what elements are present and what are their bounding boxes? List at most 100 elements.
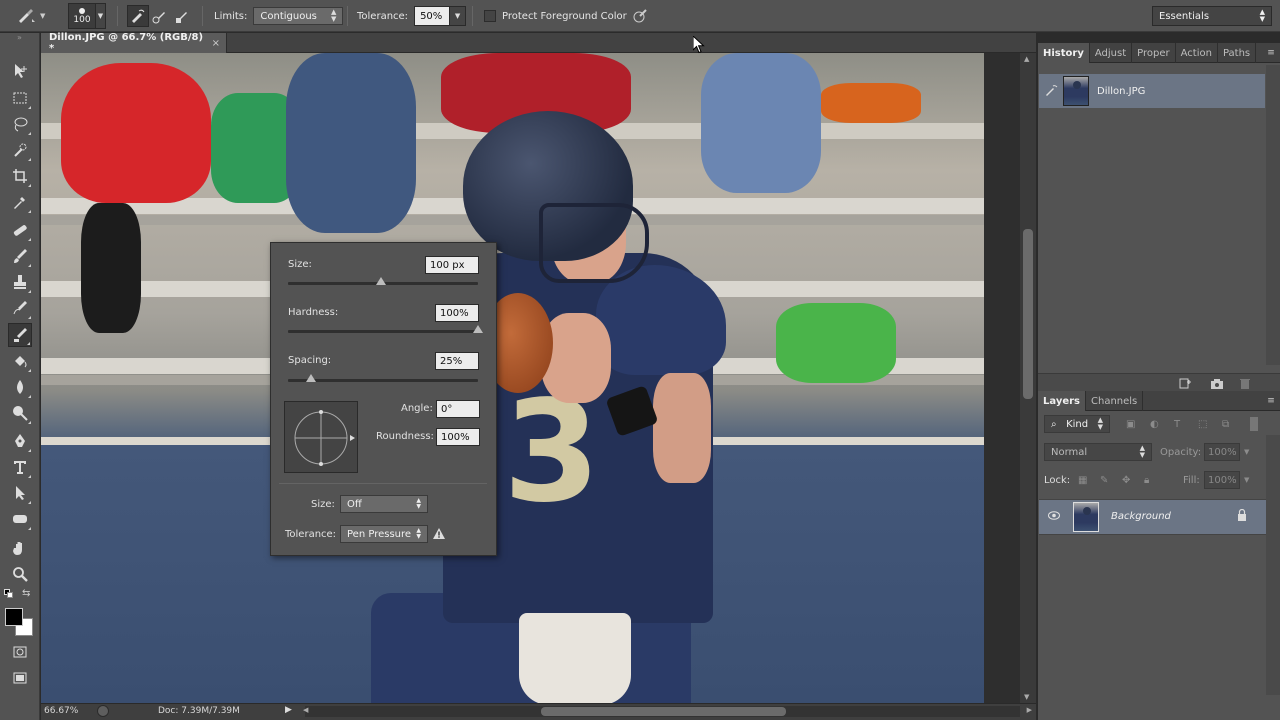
scroll-down-icon[interactable]: ▼ bbox=[1024, 693, 1029, 701]
document-canvas[interactable]: 3 bbox=[41, 53, 984, 703]
opacity-input[interactable]: 100% bbox=[1204, 443, 1240, 461]
quick-selection-tool[interactable] bbox=[8, 138, 32, 162]
status-menu-arrow-icon[interactable]: ▶ bbox=[285, 705, 292, 715]
zoom-level[interactable]: 66.67% bbox=[44, 706, 78, 716]
history-brush-tool[interactable] bbox=[8, 296, 32, 320]
foreground-color-swatch[interactable] bbox=[5, 608, 23, 626]
eyedropper-tool[interactable] bbox=[8, 190, 32, 214]
screen-mode-button[interactable] bbox=[8, 666, 32, 690]
panel-menu-icon[interactable]: ≡ bbox=[1262, 43, 1280, 62]
hand-tool[interactable] bbox=[8, 536, 32, 560]
lock-position-icon[interactable]: ✥ bbox=[1122, 475, 1130, 486]
scroll-right-icon[interactable]: ▶ bbox=[1027, 706, 1032, 714]
move-tool[interactable] bbox=[8, 59, 32, 83]
filter-toggle[interactable] bbox=[1250, 417, 1258, 431]
size-control-select[interactable]: Off ▲ ▼ bbox=[340, 495, 428, 513]
history-snapshot[interactable]: Dillon.JPG bbox=[1039, 74, 1265, 108]
lasso-tool[interactable] bbox=[8, 112, 32, 136]
new-document-from-state-icon[interactable] bbox=[1178, 377, 1192, 389]
hardness-slider-track[interactable] bbox=[288, 325, 483, 333]
spacing-slider-track[interactable] bbox=[288, 374, 478, 382]
size-input[interactable]: 100 px bbox=[425, 256, 479, 274]
lock-all-icon[interactable]: 🔒︎ bbox=[1144, 475, 1149, 486]
scroll-left-icon[interactable]: ◀ bbox=[303, 706, 308, 714]
spacing-input[interactable]: 25% bbox=[435, 352, 479, 370]
sampling-once-button[interactable] bbox=[149, 5, 171, 27]
chevron-down-icon[interactable]: ▼ bbox=[96, 3, 106, 29]
blend-mode-select[interactable]: Normal ▲ ▼ bbox=[1044, 443, 1152, 461]
close-tab-icon[interactable]: × bbox=[212, 38, 220, 49]
brush-size-swatch[interactable]: 100 bbox=[68, 3, 96, 29]
path-selection-tool[interactable] bbox=[8, 481, 32, 505]
tab-actions[interactable]: Action bbox=[1176, 43, 1218, 63]
default-colors-icon[interactable] bbox=[4, 589, 14, 599]
layers-scrollbar[interactable] bbox=[1266, 435, 1280, 695]
workspace-select[interactable]: Essentials ▲ ▼ bbox=[1152, 6, 1272, 26]
filter-type-icon[interactable]: T bbox=[1174, 419, 1180, 430]
protect-foreground-checkbox[interactable] bbox=[484, 10, 496, 22]
clone-stamp-tool[interactable] bbox=[8, 270, 32, 294]
swap-colors-icon[interactable]: ⇆ bbox=[22, 588, 30, 599]
brush-tool[interactable] bbox=[8, 244, 32, 268]
history-brush-source-icon[interactable] bbox=[1039, 84, 1063, 99]
canvas-horizontal-scrollbar[interactable]: ◀ ▶ bbox=[303, 706, 1032, 717]
marquee-tool[interactable] bbox=[8, 86, 32, 110]
layer-row-background[interactable]: Background bbox=[1039, 499, 1280, 535]
chevron-down-icon[interactable]: ▼ bbox=[1244, 448, 1249, 456]
tab-history[interactable]: History bbox=[1038, 43, 1090, 63]
hardness-input[interactable]: 100% bbox=[435, 304, 479, 322]
chevron-down-icon[interactable]: ▼ bbox=[450, 6, 467, 26]
chevron-down-icon[interactable]: ▼ bbox=[1244, 476, 1249, 484]
quick-mask-button[interactable] bbox=[8, 640, 32, 664]
tab-paths[interactable]: Paths bbox=[1218, 43, 1257, 63]
lock-image-icon[interactable]: ✎ bbox=[1100, 475, 1108, 486]
tab-channels[interactable]: Channels bbox=[1086, 391, 1144, 411]
history-scrollbar[interactable] bbox=[1266, 65, 1280, 365]
sampling-background-swatch-button[interactable] bbox=[171, 5, 193, 27]
type-tool[interactable] bbox=[8, 455, 32, 479]
tab-properties[interactable]: Proper bbox=[1132, 43, 1176, 63]
fill-input[interactable]: 100% bbox=[1204, 471, 1240, 489]
filter-pixel-icon[interactable]: ▣ bbox=[1126, 419, 1135, 430]
blur-tool[interactable] bbox=[8, 375, 32, 399]
panel-collapse-icon[interactable]: » bbox=[0, 33, 39, 43]
shape-tool[interactable] bbox=[8, 507, 32, 531]
filter-shape-icon[interactable]: ⬚ bbox=[1198, 419, 1207, 430]
healing-brush-tool[interactable] bbox=[8, 218, 32, 242]
filter-smart-object-icon[interactable]: ⧉ bbox=[1222, 419, 1229, 430]
size-slider-knob[interactable] bbox=[376, 277, 387, 285]
roundness-input[interactable]: 100% bbox=[436, 428, 480, 446]
brush-preset-picker[interactable]: 100 ▼ bbox=[68, 0, 108, 32]
color-replacement-tool[interactable] bbox=[8, 323, 32, 347]
dodge-tool[interactable] bbox=[8, 401, 32, 425]
trash-icon[interactable] bbox=[1238, 377, 1252, 389]
size-slider-track[interactable] bbox=[288, 277, 478, 285]
crop-tool[interactable] bbox=[8, 164, 32, 188]
angle-input[interactable]: 0° bbox=[436, 400, 480, 418]
tolerance-input[interactable]: 50% bbox=[414, 6, 451, 26]
camera-icon[interactable] bbox=[1210, 377, 1224, 389]
spacing-slider-knob[interactable] bbox=[305, 374, 316, 382]
eye-icon[interactable] bbox=[1048, 511, 1060, 523]
hardness-slider-knob[interactable] bbox=[473, 325, 483, 333]
brush-angle-widget[interactable] bbox=[284, 401, 358, 473]
scrollbar-thumb[interactable] bbox=[541, 707, 786, 716]
scroll-up-icon[interactable]: ▲ bbox=[1024, 55, 1029, 63]
tool-preset-picker[interactable]: ▼ bbox=[16, 0, 56, 32]
canvas-vertical-scrollbar[interactable]: ▲ ▼ bbox=[1020, 53, 1036, 703]
limits-select[interactable]: Contiguous ▲ ▼ bbox=[253, 7, 344, 25]
tab-layers[interactable]: Layers bbox=[1038, 391, 1086, 411]
tolerance-control-select[interactable]: Pen Pressure ▲ ▼ bbox=[340, 525, 428, 543]
panel-menu-icon[interactable]: ≡ bbox=[1262, 391, 1280, 410]
tab-adjustments[interactable]: Adjust bbox=[1090, 43, 1133, 63]
tablet-pressure-button[interactable] bbox=[632, 0, 648, 32]
lock-transparent-icon[interactable]: ▦ bbox=[1078, 475, 1087, 486]
filter-adjustment-icon[interactable]: ◐ bbox=[1150, 419, 1159, 430]
info-icon[interactable] bbox=[97, 705, 109, 717]
scrollbar-thumb[interactable] bbox=[1023, 229, 1033, 399]
sampling-continuous-button[interactable] bbox=[127, 5, 149, 27]
zoom-tool[interactable] bbox=[8, 562, 32, 586]
layer-kind-select[interactable]: ⌕ Kind ▲ ▼ bbox=[1044, 415, 1110, 433]
document-tab[interactable]: Dillon.JPG @ 66.7% (RGB/8) * × bbox=[41, 32, 227, 54]
paint-bucket-tool[interactable] bbox=[8, 349, 32, 373]
